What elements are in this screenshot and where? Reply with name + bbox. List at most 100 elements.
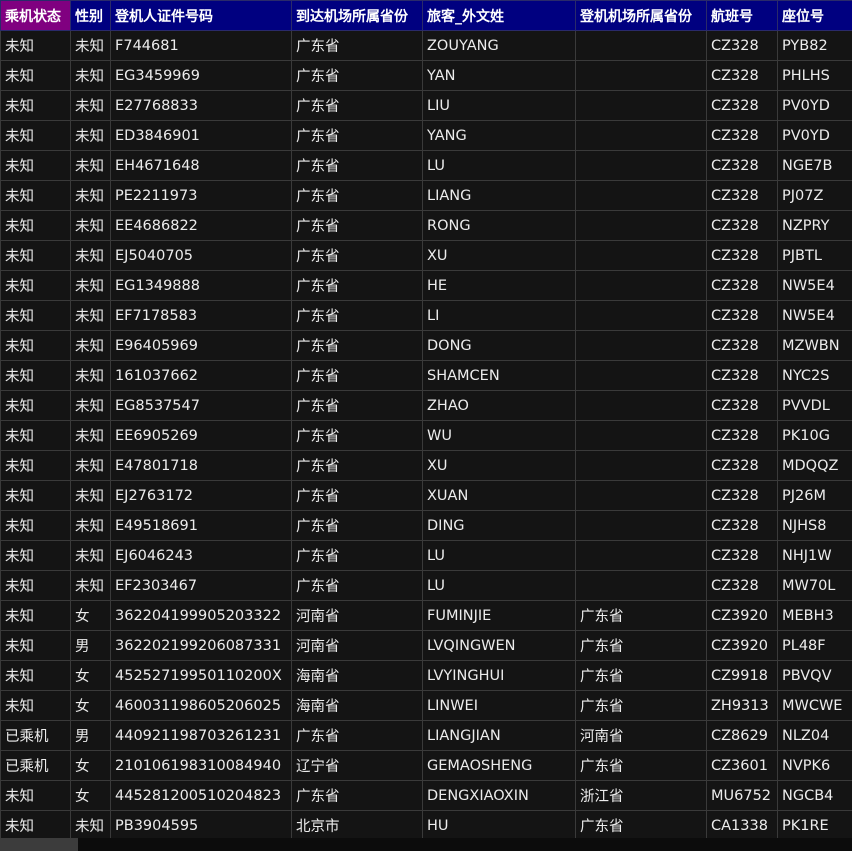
gender-cell[interactable]: 未知 (70, 30, 111, 61)
flight-number-cell[interactable]: CZ328 (706, 510, 778, 541)
surname-cell[interactable]: LI (422, 300, 576, 331)
departure-province-cell[interactable] (575, 480, 707, 511)
gender-cell[interactable]: 未知 (70, 570, 111, 601)
seat-number-cell[interactable]: NYC2S (777, 360, 852, 391)
seat-number-cell[interactable]: PBVQV (777, 660, 852, 691)
seat-number-cell[interactable]: MEBH3 (777, 600, 852, 631)
boarding-status-cell[interactable]: 未知 (0, 480, 71, 511)
flight-number-cell[interactable]: CZ328 (706, 240, 778, 271)
column-header-surname-latin[interactable]: 旅客_外文姓 (422, 0, 576, 31)
arrival-province-cell[interactable]: 广东省 (291, 270, 423, 301)
arrival-province-cell[interactable]: 辽宁省 (291, 750, 423, 781)
arrival-province-cell[interactable]: 广东省 (291, 90, 423, 121)
surname-cell[interactable]: DENGXIAOXIN (422, 780, 576, 811)
table-row[interactable]: 未知 未知 PB3904595 北京市 HU 广东省 CA1338 PK1RE (0, 810, 852, 838)
gender-cell[interactable]: 未知 (70, 210, 111, 241)
flight-number-cell[interactable]: CZ328 (706, 450, 778, 481)
table-row[interactable]: 未知 未知 E96405969 广东省 DONG CZ328 MZWBN (0, 330, 852, 361)
surname-cell[interactable]: ZOUYANG (422, 30, 576, 61)
seat-number-cell[interactable]: PK10G (777, 420, 852, 451)
boarding-status-cell[interactable]: 未知 (0, 570, 71, 601)
boarding-status-cell[interactable]: 未知 (0, 60, 71, 91)
id-number-cell[interactable]: EJ6046243 (110, 540, 292, 571)
flight-number-cell[interactable]: CZ328 (706, 60, 778, 91)
departure-province-cell[interactable] (575, 360, 707, 391)
table-row[interactable]: 未知 未知 E49518691 广东省 DING CZ328 NJHS8 (0, 510, 852, 541)
surname-cell[interactable]: LIANGJIAN (422, 720, 576, 751)
flight-number-cell[interactable]: CZ328 (706, 120, 778, 151)
id-number-cell[interactable]: E49518691 (110, 510, 292, 541)
boarding-status-cell[interactable]: 未知 (0, 780, 71, 811)
id-number-cell[interactable]: 440921198703261231 (110, 720, 292, 751)
arrival-province-cell[interactable]: 广东省 (291, 30, 423, 61)
arrival-province-cell[interactable]: 广东省 (291, 120, 423, 151)
table-row[interactable]: 未知 未知 EE4686822 广东省 RONG CZ328 NZPRY (0, 210, 852, 241)
table-row[interactable]: 未知 未知 EE6905269 广东省 WU CZ328 PK10G (0, 420, 852, 451)
boarding-status-cell[interactable]: 未知 (0, 690, 71, 721)
surname-cell[interactable]: LVYINGHUI (422, 660, 576, 691)
departure-province-cell[interactable]: 浙江省 (575, 780, 707, 811)
gender-cell[interactable]: 女 (70, 750, 111, 781)
departure-province-cell[interactable] (575, 570, 707, 601)
boarding-status-cell[interactable]: 未知 (0, 450, 71, 481)
flight-number-cell[interactable]: CZ328 (706, 570, 778, 601)
boarding-status-cell[interactable]: 未知 (0, 180, 71, 211)
arrival-province-cell[interactable]: 广东省 (291, 780, 423, 811)
id-number-cell[interactable]: ED3846901 (110, 120, 292, 151)
arrival-province-cell[interactable]: 广东省 (291, 420, 423, 451)
seat-number-cell[interactable]: NLZ04 (777, 720, 852, 751)
gender-cell[interactable]: 未知 (70, 450, 111, 481)
id-number-cell[interactable]: EG1349888 (110, 270, 292, 301)
column-header-departure-province[interactable]: 登机机场所属省份 (575, 0, 707, 31)
table-row[interactable]: 未知 未知 F744681 广东省 ZOUYANG CZ328 PYB82 (0, 30, 852, 61)
id-number-cell[interactable]: E96405969 (110, 330, 292, 361)
gender-cell[interactable]: 未知 (70, 120, 111, 151)
arrival-province-cell[interactable]: 广东省 (291, 330, 423, 361)
column-header-flight-number[interactable]: 航班号 (706, 0, 778, 31)
table-row[interactable]: 未知 未知 EG8537547 广东省 ZHAO CZ328 PVVDL (0, 390, 852, 421)
flight-number-cell[interactable]: CZ328 (706, 420, 778, 451)
flight-number-cell[interactable]: CZ328 (706, 540, 778, 571)
seat-number-cell[interactable]: NHJ1W (777, 540, 852, 571)
gender-cell[interactable]: 未知 (70, 360, 111, 391)
departure-province-cell[interactable]: 广东省 (575, 750, 707, 781)
departure-province-cell[interactable]: 河南省 (575, 720, 707, 751)
arrival-province-cell[interactable]: 广东省 (291, 450, 423, 481)
surname-cell[interactable]: XU (422, 240, 576, 271)
id-number-cell[interactable]: PE2211973 (110, 180, 292, 211)
table-row[interactable]: 已乘机女 210106198310084940 辽宁省 GEMAOSHENG 广东省 CZ… (0, 750, 852, 781)
gender-cell[interactable]: 未知 (70, 420, 111, 451)
boarding-status-cell[interactable]: 已乘机 (0, 750, 71, 781)
seat-number-cell[interactable]: MZWBN (777, 330, 852, 361)
arrival-province-cell[interactable]: 广东省 (291, 540, 423, 571)
horizontal-scrollbar[interactable] (0, 838, 852, 851)
arrival-province-cell[interactable]: 广东省 (291, 60, 423, 91)
id-number-cell[interactable]: EG3459969 (110, 60, 292, 91)
gender-cell[interactable]: 未知 (70, 240, 111, 271)
gender-cell[interactable]: 女 (70, 690, 111, 721)
boarding-status-cell[interactable]: 未知 (0, 330, 71, 361)
id-number-cell[interactable]: 161037662 (110, 360, 292, 391)
departure-province-cell[interactable] (575, 30, 707, 61)
flight-number-cell[interactable]: CZ328 (706, 150, 778, 181)
flight-number-cell[interactable]: CZ328 (706, 90, 778, 121)
table-row[interactable]: 未知 未知 PE2211973 广东省 LIANG CZ328 PJ07Z (0, 180, 852, 211)
arrival-province-cell[interactable]: 北京市 (291, 810, 423, 838)
seat-number-cell[interactable]: NW5E4 (777, 270, 852, 301)
surname-cell[interactable]: GEMAOSHENG (422, 750, 576, 781)
id-number-cell[interactable]: 460031198605206025 (110, 690, 292, 721)
departure-province-cell[interactable] (575, 300, 707, 331)
departure-province-cell[interactable] (575, 540, 707, 571)
arrival-province-cell[interactable]: 广东省 (291, 150, 423, 181)
column-header-boarding-status[interactable]: 乘机状态 (0, 0, 71, 31)
arrival-province-cell[interactable]: 广东省 (291, 180, 423, 211)
flight-number-cell[interactable]: CZ9918 (706, 660, 778, 691)
departure-province-cell[interactable] (575, 150, 707, 181)
surname-cell[interactable]: HU (422, 810, 576, 838)
flight-number-cell[interactable]: CZ328 (706, 360, 778, 391)
surname-cell[interactable]: LINWEI (422, 690, 576, 721)
gender-cell[interactable]: 未知 (70, 480, 111, 511)
seat-number-cell[interactable]: PYB82 (777, 30, 852, 61)
gender-cell[interactable]: 女 (70, 660, 111, 691)
seat-number-cell[interactable]: NW5E4 (777, 300, 852, 331)
